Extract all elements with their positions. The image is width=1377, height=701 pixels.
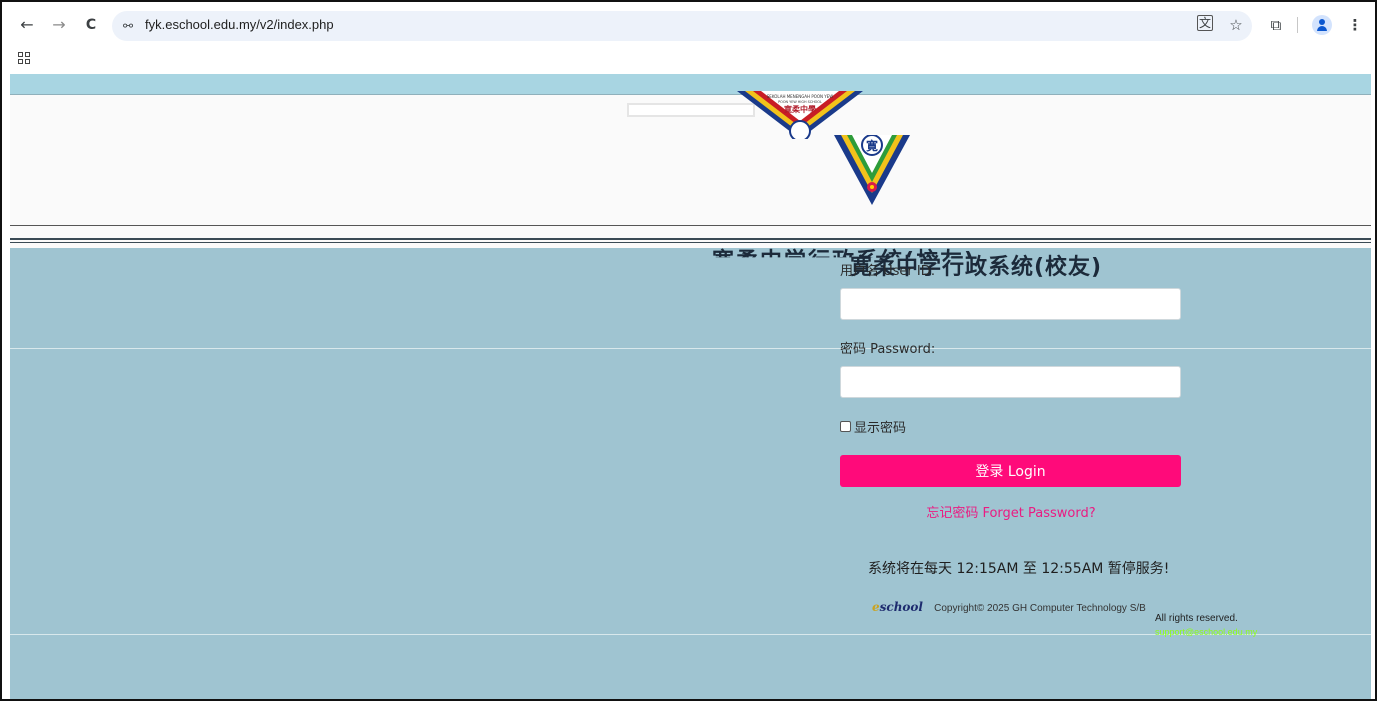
maintenance-notice: 系统将在每天 12:15AM 至 12:55AM 暂停服务!	[868, 561, 1170, 577]
footer: eschool Copyright© 2025 GH Computer Tech…	[872, 596, 1146, 615]
address-bar[interactable]: ⚯ fyk.eschool.edu.my/v2/index.php 文 ☆	[112, 11, 1252, 41]
forward-icon[interactable]: →	[48, 14, 70, 36]
login-form: 用户名 User ID: 密码 Password: 显示密码 登录 Login …	[840, 260, 1182, 521]
browser-window: ← → C ⚯ fyk.eschool.edu.my/v2/index.php …	[0, 0, 1377, 701]
browser-toolbar: ← → C ⚯ fyk.eschool.edu.my/v2/index.php …	[2, 0, 1375, 46]
divider-line	[10, 225, 1371, 226]
password-input[interactable]	[840, 366, 1181, 398]
translate-icon[interactable]: 文	[1197, 15, 1213, 31]
login-button[interactable]: 登录 Login	[840, 455, 1181, 487]
extensions-icon[interactable]: ⧉	[1265, 14, 1287, 36]
toolbar-divider	[1297, 17, 1298, 33]
back-icon[interactable]: ←	[16, 14, 38, 36]
user-id-input[interactable]	[840, 288, 1181, 320]
show-password-row[interactable]: 显示密码	[840, 417, 1182, 436]
user-id-label: 用户名 User ID:	[840, 264, 936, 279]
divider-line	[10, 238, 1371, 240]
support-email-link[interactable]: support@eschool.edu.my	[1155, 627, 1257, 637]
top-strip	[10, 74, 1371, 94]
copyright-text: Copyright© 2025 GH Computer Technology S…	[934, 603, 1146, 614]
bookmarks-bar	[2, 46, 1375, 74]
crest-text-mid: POON YEW HIGH SCHOOL	[778, 100, 822, 104]
school-crest-logo: SEKOLAH MENENGAH POON YEW POON YEW HIGH …	[737, 91, 863, 139]
svg-text:寛: 寛	[866, 138, 878, 153]
crest-lower-icon: 寛	[834, 135, 910, 205]
crest-chinese: 寛柔中學	[784, 104, 816, 114]
profile-icon[interactable]	[1312, 15, 1332, 35]
url-text[interactable]: fyk.eschool.edu.my/v2/index.php	[145, 17, 334, 32]
site-info-icon[interactable]: ⚯	[120, 18, 136, 34]
rights-text: All rights reserved.	[1155, 613, 1238, 624]
eschool-logo: eschool	[872, 600, 923, 614]
reload-icon[interactable]: C	[80, 14, 102, 36]
apps-icon[interactable]	[18, 52, 32, 66]
menu-icon[interactable]: ⋮	[1344, 14, 1366, 36]
show-password-checkbox[interactable]	[840, 421, 851, 432]
crest-text-top: SEKOLAH MENENGAH POON YEW	[767, 94, 834, 99]
star-icon[interactable]: ☆	[1225, 14, 1247, 36]
divider-line	[10, 242, 1371, 243]
show-password-label[interactable]: 显示密码	[854, 417, 906, 436]
login-page: SEKOLAH MENENGAH POON YEW POON YEW HIGH …	[10, 74, 1371, 699]
password-label: 密码 Password:	[840, 342, 936, 357]
forgot-password-link[interactable]: 忘记密码 Forget Password?	[840, 502, 1182, 521]
